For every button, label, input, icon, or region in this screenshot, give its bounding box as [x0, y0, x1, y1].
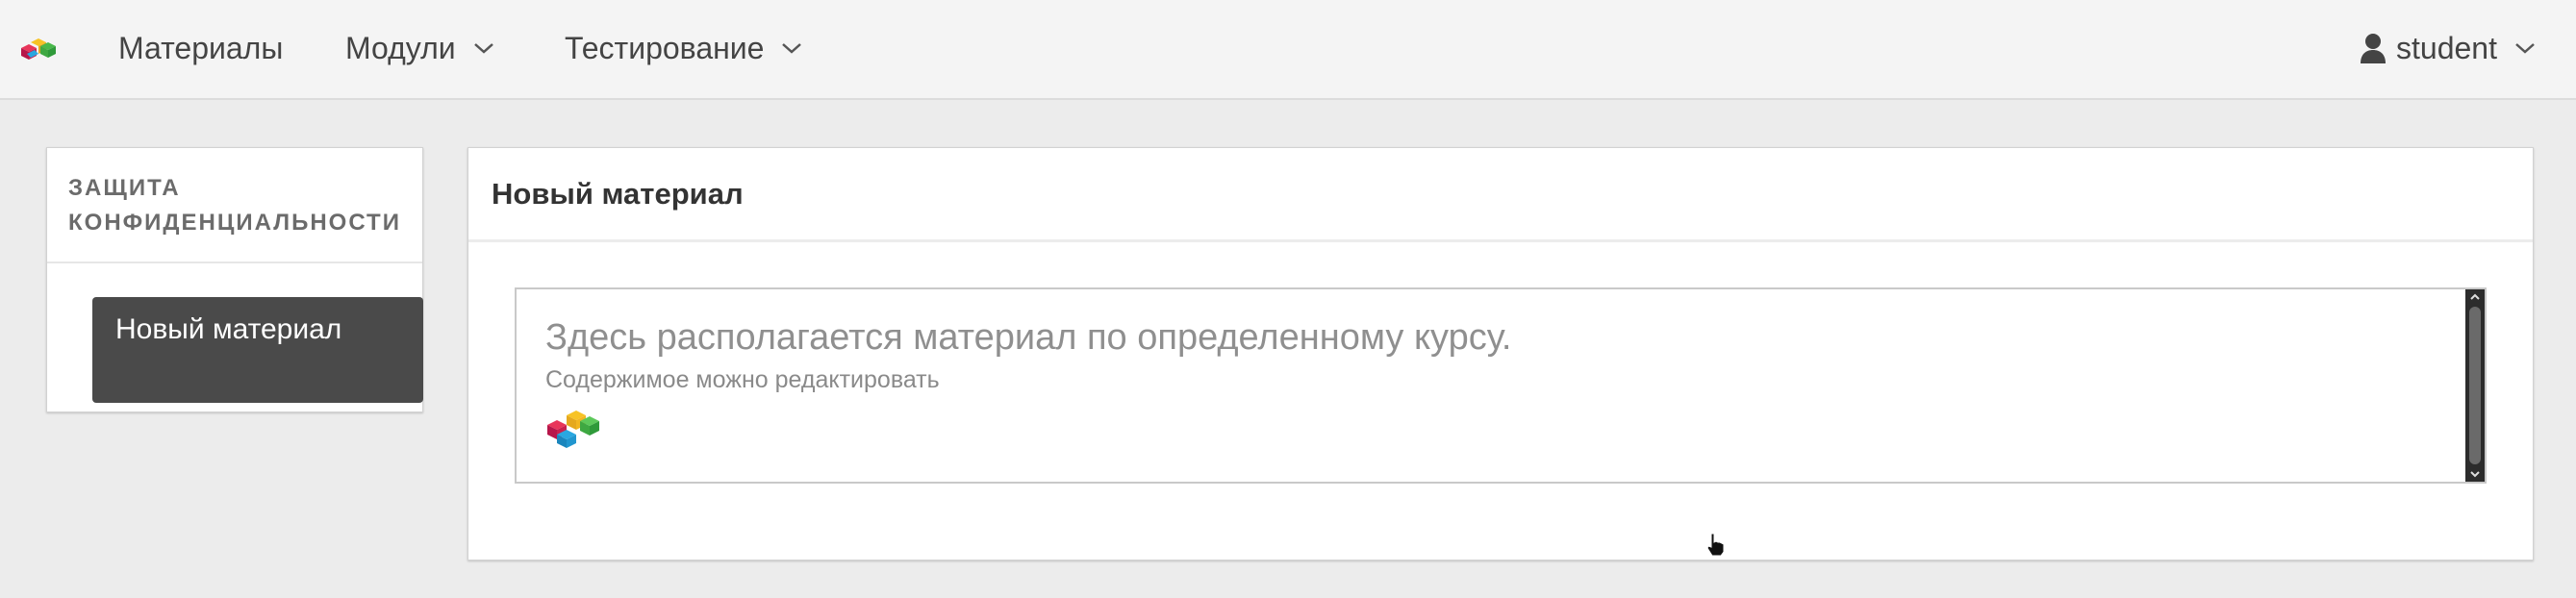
user-menu-dropdown[interactable]: student	[2360, 0, 2536, 96]
nav-testing-dropdown[interactable]: Тестирование	[565, 0, 802, 96]
sidebar-item-new-material[interactable]: Новый материал	[92, 297, 423, 403]
editor-subtext: Содержимое можно редактировать	[545, 366, 940, 393]
material-panel: Новый материал Здесь располагается матер…	[467, 147, 2534, 561]
panel-header: Новый материал	[468, 148, 2533, 242]
chevron-down-icon	[782, 43, 802, 54]
hand-cursor-icon	[1706, 533, 1725, 557]
nav-modules-dropdown[interactable]: Модули	[345, 0, 494, 96]
course-sidebar: ЗАЩИТА КОНФИДЕНЦИАЛЬНОСТИ Новый материал	[46, 147, 423, 412]
top-navbar: Материалы Модули Тестирование student	[0, 0, 2576, 100]
chevron-down-icon	[2515, 43, 2535, 54]
editor-scrollbar[interactable]	[2465, 289, 2485, 482]
nav-materials-label: Материалы	[118, 30, 284, 65]
chevron-down-icon	[473, 43, 493, 54]
nav-materials[interactable]: Материалы	[118, 0, 283, 96]
nav-testing-label: Тестирование	[565, 30, 765, 65]
brand-logo-icon[interactable]	[17, 33, 60, 67]
material-content-editor[interactable]: Здесь располагается материал по определе…	[515, 287, 2487, 484]
scroll-up-icon[interactable]	[2468, 291, 2482, 303]
course-title: ЗАЩИТА КОНФИДЕНЦИАЛЬНОСТИ	[68, 175, 401, 236]
editor-content[interactable]: Здесь располагается материал по определе…	[545, 314, 2456, 455]
page-title: Новый материал	[492, 176, 744, 211]
scroll-down-icon[interactable]	[2468, 468, 2482, 480]
editor-headline: Здесь располагается материал по определе…	[545, 317, 1512, 358]
user-icon	[2361, 34, 2386, 63]
brand-cubes-icon	[547, 411, 599, 448]
scroll-thumb[interactable]	[2469, 307, 2481, 464]
sidebar-header: ЗАЩИТА КОНФИДЕНЦИАЛЬНОСТИ	[47, 148, 422, 263]
user-name: student	[2396, 30, 2497, 65]
nav-modules-label: Модули	[345, 30, 456, 65]
